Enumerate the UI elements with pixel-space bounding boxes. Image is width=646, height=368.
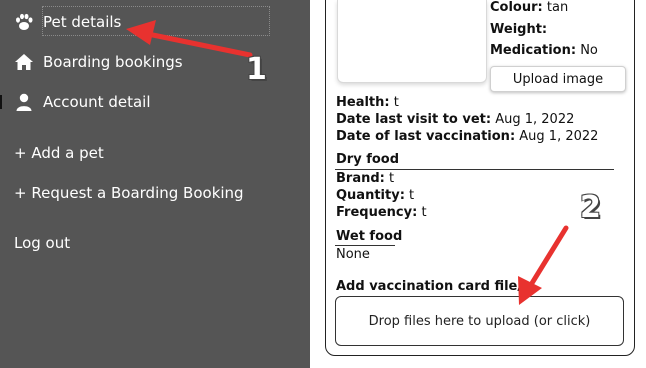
frequency-row: Frequency: t bbox=[336, 205, 427, 220]
quantity-value: t bbox=[409, 188, 415, 203]
medication-row: Medication: No bbox=[490, 43, 598, 58]
brand-value: t bbox=[389, 171, 395, 186]
colour-label: Colour: bbox=[490, 0, 543, 15]
vaccination-card-heading: Add vaccination card file/s bbox=[336, 279, 530, 294]
sidebar-item-label: Pet details bbox=[43, 13, 122, 31]
weight-row: Weight: bbox=[490, 22, 547, 37]
callout-1: 1 bbox=[246, 52, 267, 87]
wet-food-heading: Wet food bbox=[336, 229, 403, 244]
colour-row: Colour: tan bbox=[490, 0, 568, 15]
request-boarding-booking-link[interactable]: + Request a Boarding Booking bbox=[14, 184, 244, 202]
paw-icon bbox=[16, 13, 33, 30]
text-cursor-icon bbox=[0, 94, 3, 109]
frequency-label: Frequency: bbox=[336, 205, 418, 220]
colour-value: tan bbox=[546, 0, 569, 15]
vaccination-date-row: Date of last vaccination: Aug 1, 2022 bbox=[336, 129, 598, 144]
health-label: Health: bbox=[336, 95, 390, 110]
medication-label: Medication: bbox=[490, 43, 577, 58]
sidebar-item-pet-details[interactable]: Pet details bbox=[14, 8, 121, 36]
quantity-label: Quantity: bbox=[336, 188, 405, 203]
vet-visit-row: Date last visit to vet: Aug 1, 2022 bbox=[336, 112, 574, 127]
upload-image-button[interactable]: Upload image bbox=[490, 66, 626, 92]
medication-value: No bbox=[580, 43, 598, 58]
wet-food-value: None bbox=[336, 247, 370, 262]
brand-label: Brand: bbox=[336, 171, 385, 186]
vet-visit-value: Aug 1, 2022 bbox=[495, 112, 575, 127]
user-icon bbox=[16, 93, 32, 111]
health-row: Health: t bbox=[336, 95, 399, 110]
dry-food-divider bbox=[335, 169, 614, 170]
health-value: t bbox=[393, 95, 399, 110]
dry-food-heading: Dry food bbox=[336, 152, 400, 167]
sidebar-item-account-detail[interactable]: Account detail bbox=[14, 88, 151, 116]
vaccination-dropzone[interactable]: Drop files here to upload (or click) bbox=[335, 296, 624, 346]
pet-image-placeholder bbox=[337, 0, 487, 83]
add-pet-link[interactable]: + Add a pet bbox=[14, 144, 104, 162]
vaccination-date-value: Aug 1, 2022 bbox=[519, 129, 599, 144]
vet-visit-label: Date last visit to vet: bbox=[336, 112, 492, 127]
log-out-link[interactable]: Log out bbox=[14, 234, 70, 252]
home-icon bbox=[15, 54, 33, 70]
sidebar-item-boarding-bookings[interactable]: Boarding bookings bbox=[14, 48, 183, 76]
frequency-value: t bbox=[421, 205, 427, 220]
vaccination-date-label: Date of last vaccination: bbox=[336, 129, 516, 144]
quantity-row: Quantity: t bbox=[336, 188, 414, 203]
weight-label: Weight: bbox=[490, 22, 548, 37]
sidebar-item-label: Boarding bookings bbox=[43, 53, 183, 71]
brand-row: Brand: t bbox=[336, 171, 394, 186]
callout-2: 2 bbox=[580, 190, 601, 225]
wet-food-divider bbox=[335, 245, 395, 246]
sidebar-item-label: Account detail bbox=[43, 93, 151, 111]
